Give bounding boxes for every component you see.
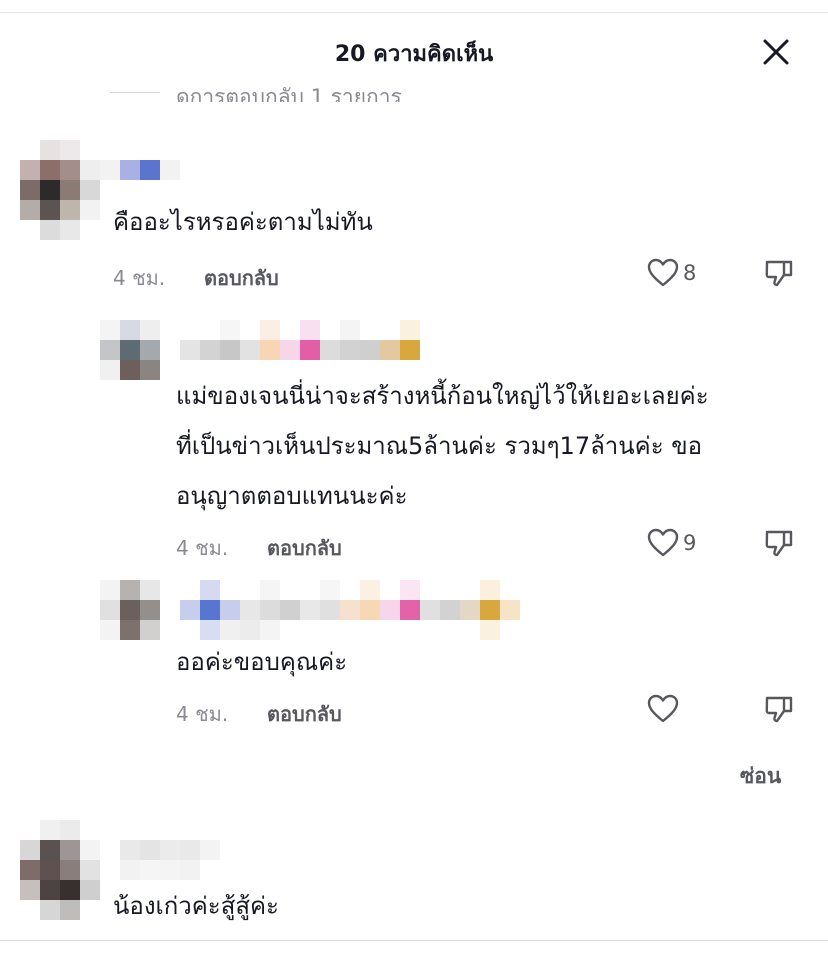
reply-button[interactable]: ตอบกลับ bbox=[204, 262, 279, 294]
avatar[interactable] bbox=[100, 580, 160, 640]
reply-button[interactable]: ตอบกลับ bbox=[267, 698, 342, 730]
like-button[interactable] bbox=[647, 694, 679, 724]
reply-text-line: อนุญาตตอบแทนนะค่ะ bbox=[176, 482, 408, 510]
hide-replies-button[interactable]: ซ่อน bbox=[740, 760, 781, 793]
avatar[interactable] bbox=[100, 320, 160, 380]
reply-text-line: ที่เป็นข่าวเห็นประมาณ5ล้านค่ะ รวมๆ17ล้าน… bbox=[176, 432, 703, 460]
dislike-button[interactable] bbox=[764, 694, 794, 724]
username[interactable] bbox=[180, 320, 440, 360]
comment-text: คืออะไรหรอค่ะตามไม่ทัน bbox=[113, 208, 373, 236]
reply-time: 4 ชม. bbox=[176, 536, 229, 560]
username[interactable] bbox=[180, 580, 540, 640]
like-count: 8 bbox=[683, 261, 697, 285]
view-replies-link[interactable]: ดูการตอบกลับ 1 รายการ bbox=[176, 80, 402, 102]
top-divider bbox=[0, 12, 828, 13]
dislike-button[interactable] bbox=[764, 258, 794, 288]
bottom-divider bbox=[0, 940, 828, 941]
username[interactable] bbox=[100, 160, 180, 180]
close-icon bbox=[763, 39, 789, 65]
view-replies-line bbox=[110, 92, 160, 93]
dislike-button[interactable] bbox=[764, 528, 794, 558]
comment-text: น้องเก่วค่ะสู้สู้ค่ะ bbox=[113, 892, 279, 920]
heart-icon bbox=[647, 528, 679, 557]
like-button[interactable]: 9 bbox=[647, 528, 696, 558]
heart-icon bbox=[647, 258, 679, 287]
thumbs-down-icon bbox=[765, 260, 793, 287]
comments-count-title: 20 ความคิดเห็น bbox=[334, 42, 494, 67]
reply-text: ออค่ะขอบคุณค่ะ bbox=[176, 648, 348, 676]
thumbs-down-icon bbox=[765, 530, 793, 557]
like-button[interactable]: 8 bbox=[647, 258, 696, 288]
reply-button[interactable]: ตอบกลับ bbox=[267, 532, 342, 564]
reply-time: 4 ชม. bbox=[176, 702, 229, 726]
comment-time: 4 ชม. bbox=[113, 266, 166, 290]
avatar[interactable] bbox=[20, 140, 100, 240]
avatar[interactable] bbox=[20, 820, 100, 920]
thumbs-down-icon bbox=[765, 696, 793, 723]
close-button[interactable] bbox=[760, 36, 792, 68]
like-count: 9 bbox=[683, 531, 697, 555]
reply-text-line: แม่ของเจนนี่น่าจะสร้างหนี้ก้อนใหญ่ไว้ให้… bbox=[176, 382, 709, 410]
heart-icon bbox=[647, 694, 679, 723]
